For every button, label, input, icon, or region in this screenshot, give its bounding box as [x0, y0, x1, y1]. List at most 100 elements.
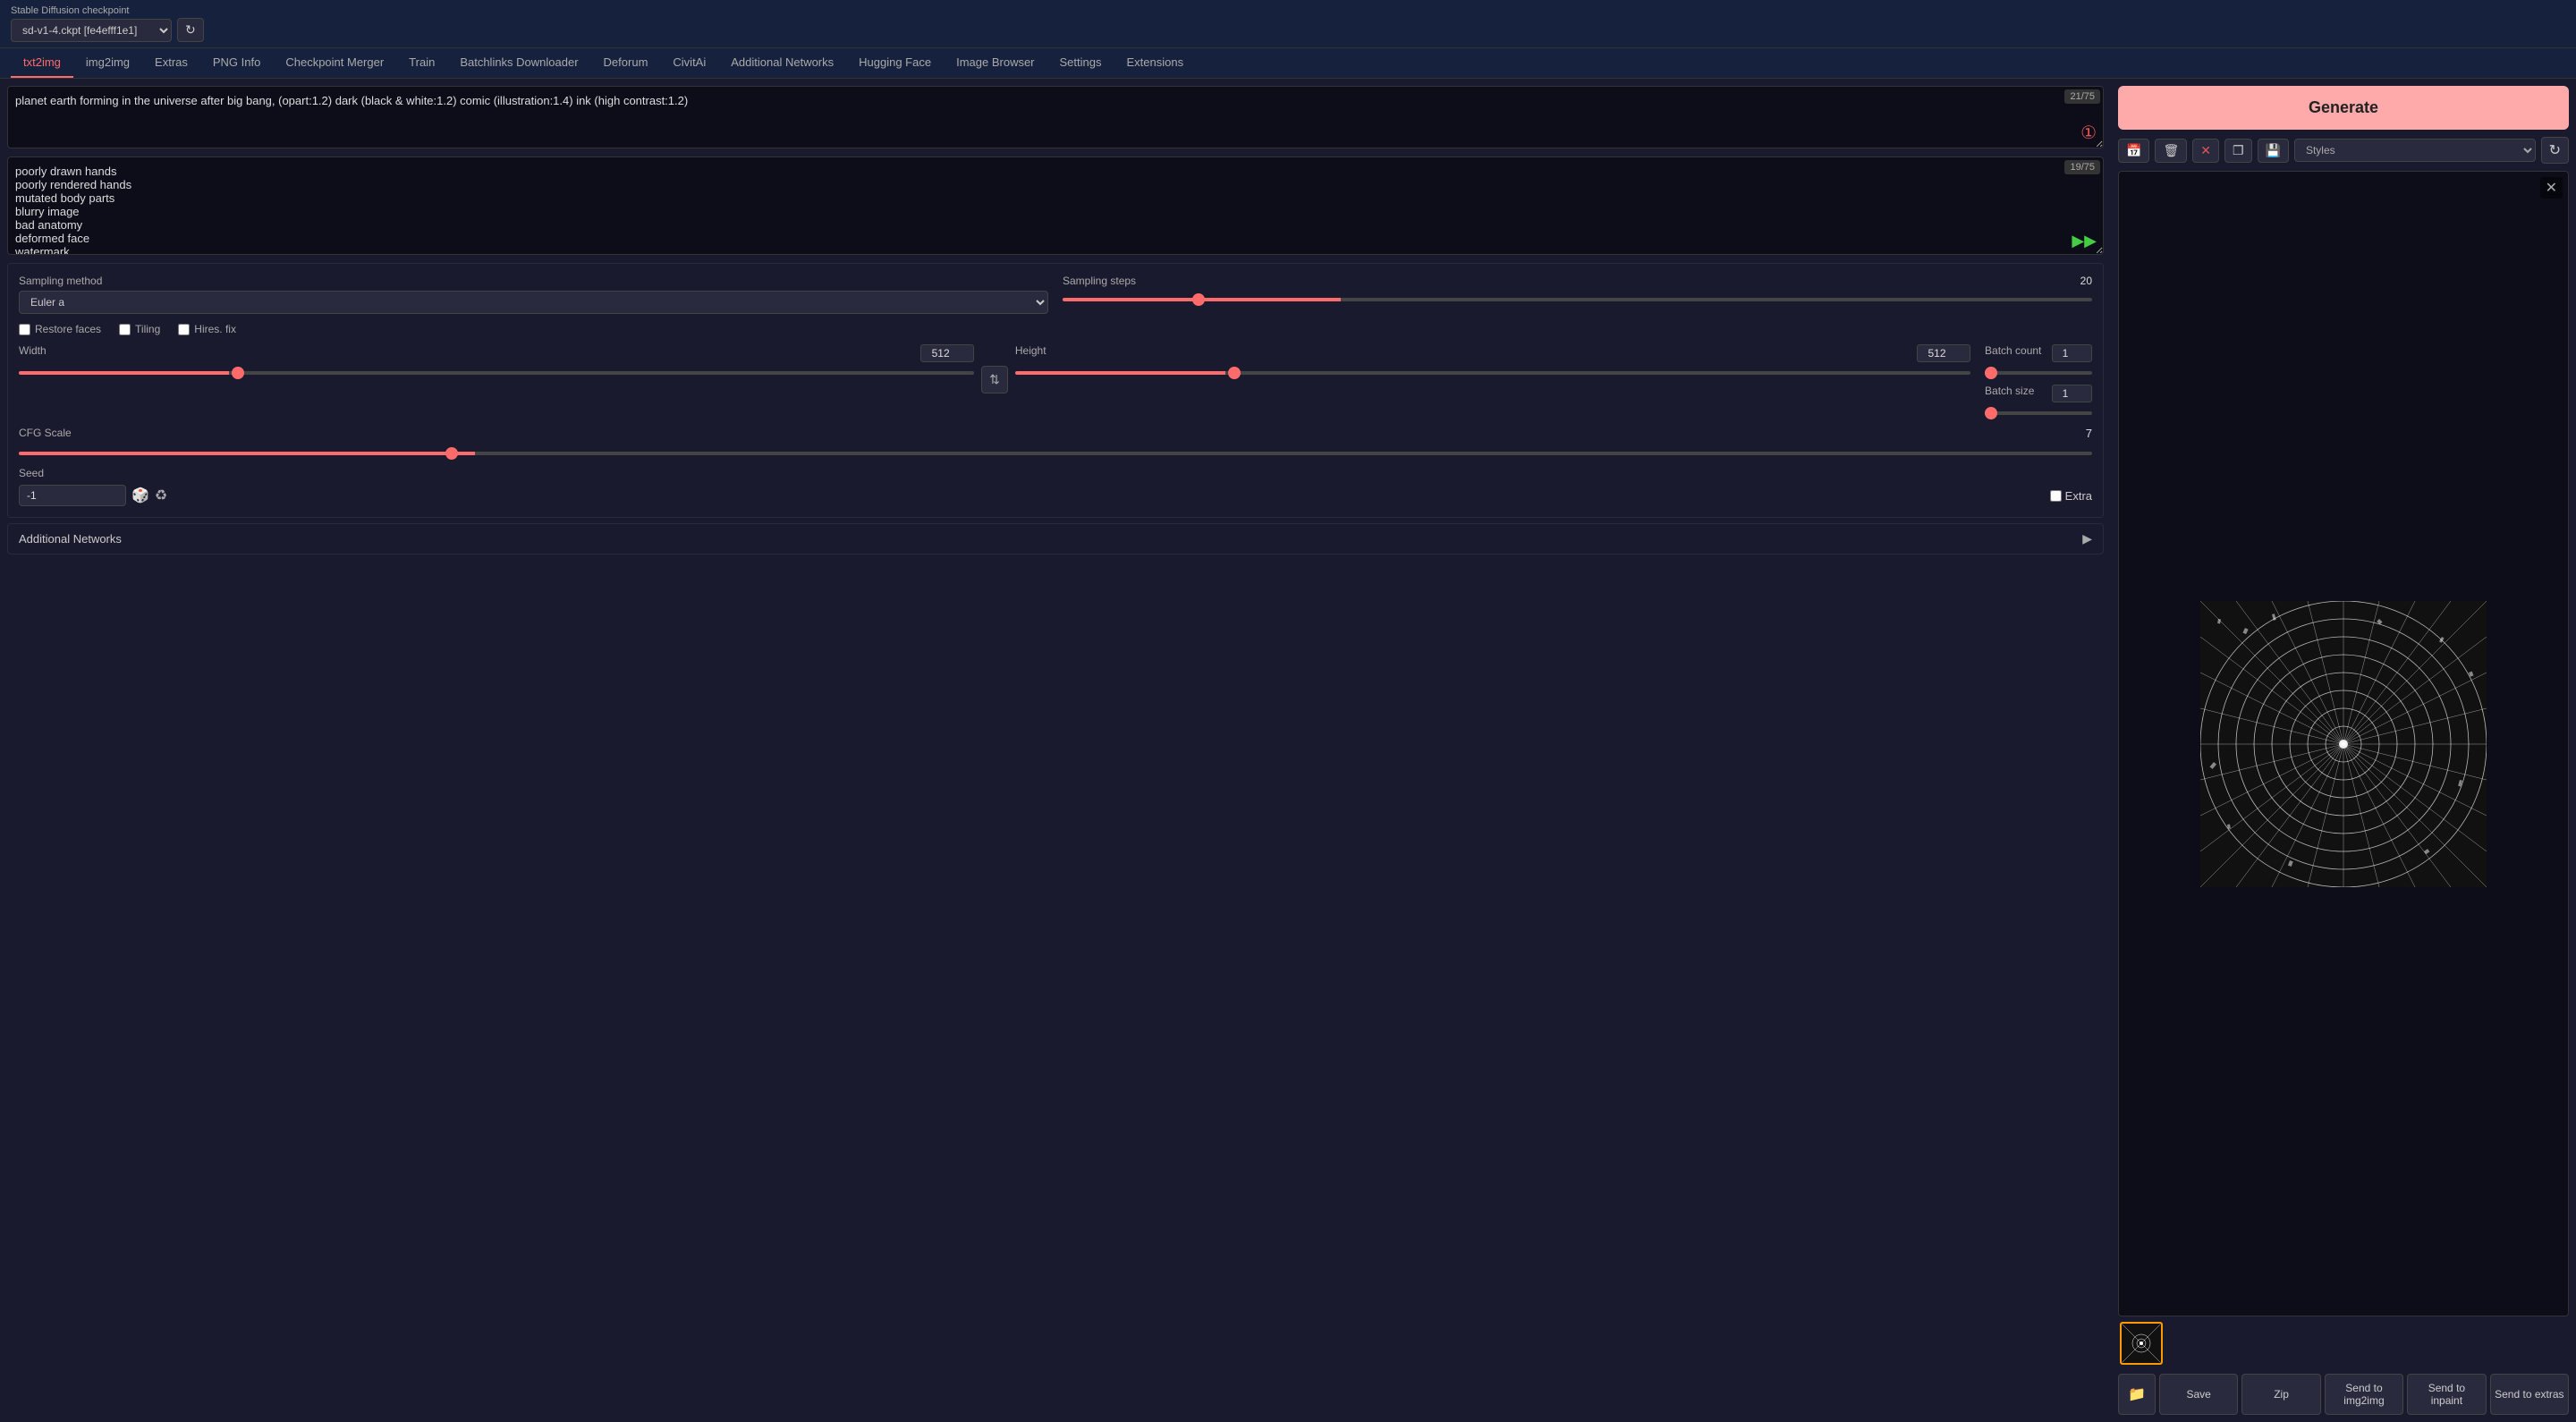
close-image-button[interactable]: ✕: [2540, 177, 2563, 199]
left-panel: 21/75 ① 19/75 ▶▶ Sampling method Euler a: [0, 79, 2111, 1422]
tab-extras[interactable]: Extras: [142, 48, 200, 78]
open-output-folder-button[interactable]: 📁: [2118, 1374, 2156, 1415]
extra-checkbox[interactable]: Extra: [2050, 489, 2092, 503]
extra-checkbox-input[interactable]: [2050, 490, 2062, 502]
nav-tabs: txt2img img2img Extras PNG Info Checkpoi…: [0, 48, 2576, 79]
additional-networks-label: Additional Networks: [19, 532, 122, 546]
tab-civitai[interactable]: CivitAi: [660, 48, 718, 78]
sampling-steps-slider[interactable]: [1063, 298, 2092, 301]
sampling-method-select[interactable]: Euler a: [19, 291, 1048, 314]
width-label: Width: [19, 344, 47, 359]
send-to-img2img-button[interactable]: Send to img2img: [2325, 1374, 2403, 1415]
positive-prompt-input[interactable]: [7, 86, 2104, 148]
thumbnail-item[interactable]: [2120, 1322, 2163, 1365]
tab-pnginfo[interactable]: PNG Info: [200, 48, 273, 78]
sampling-steps-group: Sampling steps 20: [1063, 275, 2092, 314]
height-slider[interactable]: [1015, 371, 1970, 375]
tiling-checkbox[interactable]: Tiling: [119, 323, 160, 335]
collapse-arrow-icon: ▶: [2082, 531, 2092, 546]
copy-icon-button[interactable]: ❐: [2224, 139, 2252, 163]
seed-recycle-button[interactable]: ♻: [155, 487, 167, 504]
action-icons-row: 📅 🗑 ✕ ❐ 💾 Styles ↻: [2118, 137, 2569, 164]
zip-button[interactable]: Zip: [2241, 1374, 2320, 1415]
main-layout: 21/75 ① 19/75 ▶▶ Sampling method Euler a: [0, 79, 2576, 1422]
batch-size-label: Batch size: [1985, 385, 2034, 399]
batch-group: Batch count Batch size: [1985, 344, 2092, 418]
width-group: Width: [19, 344, 974, 377]
restore-faces-input[interactable]: [19, 324, 30, 335]
batch-count-input[interactable]: [2052, 344, 2092, 362]
tab-img2img[interactable]: img2img: [73, 48, 142, 78]
hires-fix-input[interactable]: [178, 324, 190, 335]
tab-train[interactable]: Train: [396, 48, 447, 78]
width-label-row: Width: [19, 344, 974, 362]
tab-settings[interactable]: Settings: [1047, 48, 1114, 78]
height-group: Height: [1015, 344, 1970, 377]
batch-size-slider[interactable]: [1985, 411, 2092, 415]
batch-size-label-row: Batch size: [1985, 385, 2092, 402]
batch-count-slider[interactable]: [1985, 371, 2092, 375]
batch-size-input[interactable]: [2052, 385, 2092, 402]
tab-additional-networks[interactable]: Additional Networks: [718, 48, 846, 78]
tab-batchlinks[interactable]: Batchlinks Downloader: [447, 48, 590, 78]
sampling-row: Sampling method Euler a Sampling steps 2…: [19, 275, 2092, 314]
sampling-method-label: Sampling method: [19, 275, 1048, 287]
seed-row: Seed 🎲 ♻ Extra: [19, 467, 2092, 506]
positive-prompt-icon-button[interactable]: ①: [2080, 122, 2097, 144]
tab-txt2img[interactable]: txt2img: [11, 48, 73, 78]
checkpoint-select[interactable]: sd-v1-4.ckpt [fe4efff1e1]: [11, 19, 172, 42]
positive-prompt-section: 21/75 ①: [7, 86, 2104, 151]
send-to-inpaint-button[interactable]: Send to inpaint: [2407, 1374, 2486, 1415]
generated-image: [2200, 601, 2487, 887]
width-value-input[interactable]: [920, 344, 974, 362]
save-button[interactable]: Save: [2159, 1374, 2238, 1415]
cfg-row: CFG Scale 7: [19, 427, 2092, 458]
seed-label: Seed: [19, 467, 2092, 479]
tab-checkpoint-merger[interactable]: Checkpoint Merger: [273, 48, 396, 78]
save-to-style-button[interactable]: 💾: [2258, 139, 2289, 163]
negative-prompt-icon-button[interactable]: ▶▶: [2072, 232, 2097, 250]
swap-dimensions-button[interactable]: ⇅: [981, 366, 1008, 394]
open-folder-icon-button[interactable]: 📅: [2118, 139, 2149, 163]
restore-faces-checkbox[interactable]: Restore faces: [19, 323, 101, 335]
seed-input[interactable]: [19, 485, 126, 506]
send-to-extras-button[interactable]: Send to extras: [2490, 1374, 2569, 1415]
tiling-input[interactable]: [119, 324, 131, 335]
refresh-button[interactable]: ↻: [177, 18, 204, 42]
negative-prompt-input[interactable]: [7, 157, 2104, 255]
height-value-input[interactable]: [1917, 344, 1970, 362]
seed-dice-button[interactable]: 🎲: [131, 487, 149, 504]
sampling-steps-slider-container: [1063, 291, 2092, 304]
bottom-actions: 📁 Save Zip Send to img2img Send to inpai…: [2118, 1374, 2569, 1415]
tab-extensions[interactable]: Extensions: [1114, 48, 1197, 78]
width-slider[interactable]: [19, 371, 974, 375]
trash-icon-button[interactable]: 🗑: [2155, 139, 2187, 163]
additional-networks-section[interactable]: Additional Networks ▶: [7, 523, 2104, 554]
sampling-steps-label: Sampling steps 20: [1063, 275, 2092, 287]
negative-token-counter: 19/75: [2064, 160, 2100, 174]
cfg-label: CFG Scale: [19, 427, 72, 439]
dimension-row: Width ⇅ Height: [19, 344, 2092, 418]
batch-count-label: Batch count: [1985, 344, 2041, 359]
positive-token-counter: 21/75: [2064, 89, 2100, 104]
hires-fix-checkbox[interactable]: Hires. fix: [178, 323, 236, 335]
sampling-steps-value: 20: [2080, 275, 2092, 287]
tab-deforum[interactable]: Deforum: [591, 48, 661, 78]
height-label: Height: [1015, 344, 1046, 359]
cross-icon-button[interactable]: ✕: [2192, 139, 2219, 163]
cfg-slider[interactable]: [19, 452, 2092, 455]
styles-select[interactable]: Styles: [2294, 139, 2536, 162]
sampling-method-group: Sampling method Euler a: [19, 275, 1048, 314]
cfg-value: 7: [2086, 427, 2092, 443]
checkbox-row: Restore faces Tiling Hires. fix: [19, 323, 2092, 335]
styles-refresh-button[interactable]: ↻: [2541, 137, 2569, 164]
tab-image-browser[interactable]: Image Browser: [944, 48, 1046, 78]
cfg-label-row: CFG Scale 7: [19, 427, 2092, 443]
thumbnail-row: [2118, 1320, 2569, 1367]
generate-button[interactable]: Generate: [2118, 86, 2569, 130]
tab-hugging-face[interactable]: Hugging Face: [846, 48, 944, 78]
settings-section: Sampling method Euler a Sampling steps 2…: [7, 263, 2104, 518]
batch-count-label-row: Batch count: [1985, 344, 2092, 362]
image-display: ✕: [2118, 171, 2569, 1316]
negative-prompt-section: 19/75 ▶▶: [7, 157, 2104, 258]
